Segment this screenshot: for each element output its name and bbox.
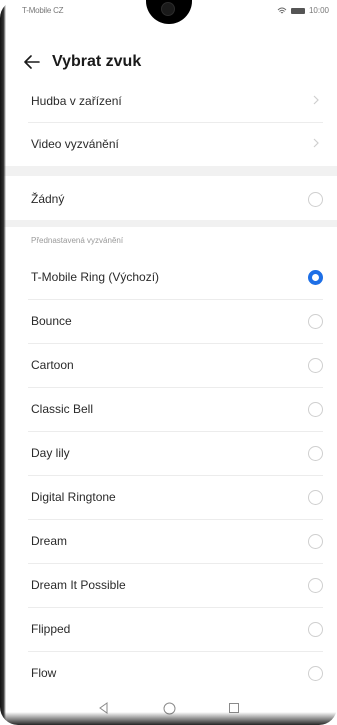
chevron-right-icon: [313, 138, 319, 148]
radio-button[interactable]: [308, 666, 323, 681]
radio-button[interactable]: [308, 192, 323, 207]
ringtone-row[interactable]: Bounce: [0, 300, 337, 342]
ringtone-label: Digital Ringtone: [31, 490, 116, 504]
chevron-right-icon: [313, 95, 319, 105]
phone-screen: T-Mobile CZ 10:00 Vybrat zvuk Hudba v za…: [0, 0, 337, 725]
ringtone-label: T-Mobile Ring (Výchozí): [31, 270, 160, 284]
radio-button[interactable]: [308, 446, 323, 461]
ringtone-row[interactable]: Cartoon: [0, 344, 337, 386]
status-icons: 10:00: [277, 6, 329, 15]
radio-button-selected[interactable]: [308, 270, 323, 285]
ringtone-row[interactable]: Classic Bell: [0, 388, 337, 430]
row-hudba-v-zarizeni[interactable]: Hudba v zařízení: [0, 80, 337, 122]
section-separator: [0, 220, 337, 227]
radio-button[interactable]: [308, 358, 323, 373]
radio-button[interactable]: [308, 314, 323, 329]
ringtone-row[interactable]: Dream It Possible: [0, 564, 337, 606]
section-separator: [0, 166, 337, 176]
ringtone-row[interactable]: Day lily: [0, 432, 337, 474]
row-zadny[interactable]: Žádný: [0, 178, 337, 220]
ringtone-label: Bounce: [31, 314, 72, 328]
battery-icon: [290, 7, 305, 14]
back-button[interactable]: [14, 44, 50, 80]
ringtone-label: Day lily: [31, 446, 70, 460]
row-label: Žádný: [31, 192, 65, 206]
device-left-edge: [0, 0, 6, 725]
ringtone-label: Dream: [31, 534, 68, 548]
ringtone-label: Flow: [31, 666, 57, 680]
ringtone-row[interactable]: Dream: [0, 520, 337, 562]
ringtone-row[interactable]: Digital Ringtone: [0, 476, 337, 518]
carrier-label: T-Mobile CZ: [22, 6, 64, 15]
radio-button[interactable]: [308, 578, 323, 593]
ringtone-row[interactable]: T-Mobile Ring (Výchozí): [0, 256, 337, 298]
wifi-icon: [277, 7, 287, 13]
header: Vybrat zvuk: [0, 44, 337, 80]
device-bottom-edge: [0, 712, 337, 725]
ringtone-label: Flipped: [31, 622, 71, 636]
section-title: Přednastavená vyzvánění: [31, 236, 124, 245]
ringtone-label: Dream It Possible: [31, 578, 126, 592]
row-video-vyzvaneni[interactable]: Video vyzvánění: [0, 123, 337, 165]
status-time: 10:00: [308, 6, 329, 15]
status-bar: T-Mobile CZ 10:00: [0, 0, 337, 24]
row-label: Hudba v zařízení: [31, 94, 122, 108]
ringtone-label: Classic Bell: [31, 402, 94, 416]
page-title: Vybrat zvuk: [52, 53, 142, 70]
radio-button[interactable]: [308, 622, 323, 637]
radio-button[interactable]: [308, 402, 323, 417]
arrow-left-icon: [24, 55, 40, 69]
ringtone-label: Cartoon: [31, 358, 74, 372]
radio-button[interactable]: [308, 490, 323, 505]
ringtone-row[interactable]: Flipped: [0, 608, 337, 650]
front-camera: [161, 2, 175, 16]
row-label: Video vyzvánění: [31, 137, 119, 151]
radio-button[interactable]: [308, 534, 323, 549]
ringtone-row[interactable]: Flow: [0, 652, 337, 694]
